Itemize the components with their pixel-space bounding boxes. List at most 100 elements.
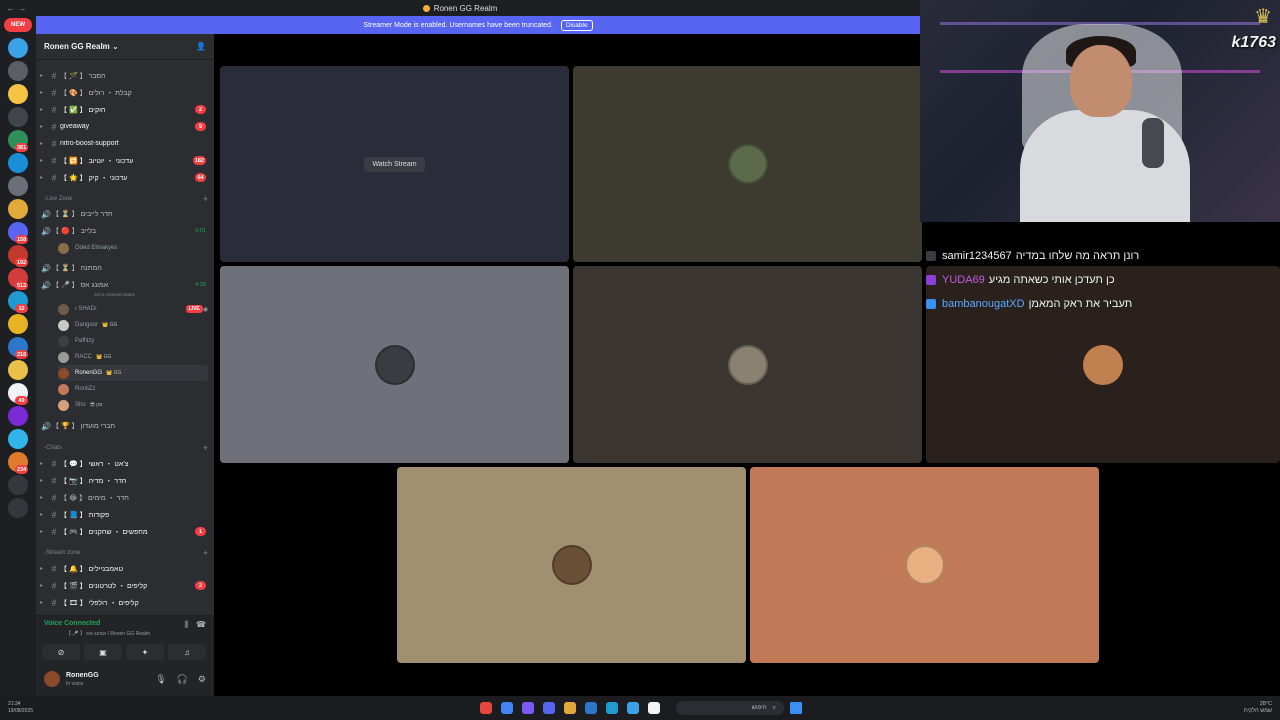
participant-tile[interactable] — [220, 266, 569, 463]
voice-member[interactable]: RonenGG 👑 GG — [58, 365, 208, 381]
text-channel[interactable]: ▸ # 【 🔁 】 עדכוני ・ יוטיוב 182 — [40, 153, 210, 168]
text-channel[interactable]: ▸ # giveaway 9 — [40, 119, 210, 134]
category-header[interactable]: ◦ Chats + — [44, 442, 208, 454]
server-icon[interactable] — [8, 61, 28, 81]
server-icon[interactable] — [8, 38, 28, 58]
noise-suppression-icon[interactable]: ⫼ — [184, 620, 188, 630]
plus-icon[interactable]: + — [203, 443, 208, 453]
taskbar-app-icon[interactable] — [564, 702, 576, 714]
text-channel[interactable]: ▸ # nitro-boost-support — [40, 136, 210, 151]
server-icon[interactable] — [8, 429, 28, 449]
taskbar-app-icon[interactable] — [522, 702, 534, 714]
participant-tile[interactable] — [573, 66, 922, 262]
text-channel[interactable]: ▸ # 【 🌟 】 עדכוני ・ קיק 64 — [40, 170, 210, 185]
voice-member[interactable]: ı SHADı LIVE ◉ — [58, 301, 208, 317]
set-channel-status-hint[interactable]: Set a channel status — [94, 292, 135, 297]
voice-member[interactable]: PafNzy — [58, 333, 208, 349]
headphones-icon[interactable]: 🎧 — [177, 674, 188, 685]
channel-label: 【 😂 】 חדר ・ מימים — [60, 494, 129, 502]
unread-badge: 158 — [15, 235, 29, 244]
text-channel[interactable]: ▸ # 【 🎨 】 קבלת ・ רולים — [40, 85, 210, 100]
server-icon[interactable] — [8, 84, 28, 104]
participant-tile[interactable] — [750, 467, 1099, 663]
category-header[interactable]: ◦ Live Zone + — [44, 193, 208, 205]
server-icon[interactable] — [8, 176, 28, 196]
unread-badge: 49 — [15, 396, 28, 405]
channel-label: 【 🪄 】 הסבר — [60, 72, 106, 80]
stream-tile[interactable]: Watch Stream — [220, 66, 569, 262]
text-channel[interactable]: ▸ # 【 💬 】 צ'אט ・ ראשי — [40, 456, 210, 471]
text-channel[interactable]: ▸ # 【 🎞 】 קליפים ・ רולפלי — [40, 595, 210, 610]
voice-channel[interactable]: 🔊 【 🔴 】 בלייב 0:01 — [40, 223, 210, 239]
hash-icon: # — [51, 138, 57, 149]
taskbar-time: 21:34 — [8, 701, 21, 707]
taskbar-app-icon[interactable] — [585, 702, 597, 714]
server-icon[interactable] — [8, 314, 28, 334]
disable-streamer-mode-button[interactable]: Disable — [560, 19, 593, 31]
taskbar-app-icon[interactable] — [648, 702, 660, 714]
category-header[interactable]: ◦ Stream zone + — [44, 547, 208, 559]
server-icon[interactable] — [8, 153, 28, 173]
soundboard-icon: ♫ — [184, 647, 190, 657]
weather-widget[interactable]: 28°C שמש חלקית — [1244, 701, 1272, 715]
text-channel[interactable]: ▸ # 【 🎬 】 קליפים ・ לטרטונים 2 — [40, 578, 210, 593]
voice-member[interactable]: RACC 👑 GG — [58, 349, 208, 365]
voice-channel-path[interactable]: 【 🎤 】 אמונג אס / Ronen GG Realm — [66, 630, 150, 637]
server-icon[interactable] — [8, 498, 28, 518]
text-channel[interactable]: ▸ # 【 🪄 】 הסבר — [40, 68, 210, 83]
voice-channel[interactable]: 🔊 【 🏆 】 חברי מועדון — [40, 418, 210, 434]
text-channel[interactable]: ▸ # 【 🎮 】 מחפשים ・ שחקנים 1 — [40, 524, 210, 539]
participant-tile[interactable] — [573, 266, 922, 463]
server-icon[interactable] — [8, 406, 28, 426]
voice-member[interactable]: RonliZz — [58, 381, 208, 397]
taskbar-app-icon[interactable] — [501, 702, 513, 714]
plus-icon[interactable]: + — [203, 548, 208, 558]
taskbar-search[interactable]: חיפוש ⌕ — [676, 701, 784, 715]
hash-icon: # — [51, 597, 57, 608]
channel-label: 【 🎨 】 קבלת ・ רולים — [60, 89, 132, 97]
disconnect-icon[interactable]: ☎ — [196, 620, 206, 630]
watch-stream-button[interactable]: Watch Stream — [364, 156, 425, 172]
channel-sidebar: Ronen GG Realm ⌄ 👤 ▸ # 【 🪄 】 הסבר ▸ # 【 🎨 】 ק… — [36, 34, 214, 696]
voice-channel[interactable]: 🔊 【 🎤 】 אמונג אס 4:28 — [40, 277, 210, 293]
voice-member[interactable]: Dangoor 👑 GG — [58, 317, 208, 333]
chevron-right-icon: ▸ — [40, 512, 44, 518]
voice-channel[interactable]: 🔊 【 ⏳ 】 חדר לייבים — [40, 206, 210, 222]
nav-arrows-icon[interactable]: ← → — [6, 3, 27, 13]
voice-member[interactable]: Oded Elmakyes — [58, 240, 208, 256]
taskbar-app-icon[interactable] — [627, 702, 639, 714]
taskbar-clock: 21:34 19/08/2025 — [8, 701, 33, 715]
windows-start-icon[interactable] — [790, 702, 802, 714]
voice-channel[interactable]: 🔊 【 ⏳ 】 המתנה — [40, 260, 210, 276]
gear-icon[interactable]: ⚙ — [198, 674, 206, 685]
stream-chat-overlay: samir1234567 רונן תראה מה שלחו במדיה YUDA6… — [926, 222, 1280, 310]
text-channel[interactable]: ▸ # 【 😂 】 חדר ・ מימים — [40, 490, 210, 505]
text-channel[interactable]: ▸ # 【 📘 】 פקודות — [40, 507, 210, 522]
taskbar-app-icon[interactable] — [543, 702, 555, 714]
server-icon[interactable] — [8, 199, 28, 219]
server-header[interactable]: Ronen GG Realm ⌄ 👤 — [36, 34, 214, 60]
camera-off-button[interactable]: ⊘ — [42, 644, 80, 660]
screen-share-button[interactable]: ▣ — [84, 644, 122, 660]
chat-username: bambanougatXD — [942, 298, 1025, 310]
server-icon[interactable] — [8, 475, 28, 495]
hash-icon: # — [51, 492, 57, 503]
participant-tile[interactable] — [397, 467, 746, 663]
text-channel[interactable]: ▸ # 【 🔔 】 טאמבניילים — [40, 561, 210, 576]
server-icon[interactable] — [8, 107, 28, 127]
voice-member[interactable]: Sho 😎 זמן — [58, 397, 208, 413]
soundboard-button[interactable]: ♫ — [168, 644, 206, 660]
taskbar-app-icon[interactable] — [480, 702, 492, 714]
add-member-icon[interactable]: 👤 — [196, 42, 206, 51]
text-channel[interactable]: ▸ # 【 ✅ 】 חוקים 2 — [40, 102, 210, 117]
streamer-shirt — [1020, 110, 1190, 222]
activities-button[interactable]: ✦ — [126, 644, 164, 660]
text-channel[interactable]: ▸ # 【 📷 】 חדר ・ מדיה — [40, 473, 210, 488]
avatar[interactable] — [44, 671, 60, 687]
taskbar-app-icon[interactable] — [606, 702, 618, 714]
server-icon[interactable] — [8, 360, 28, 380]
plus-icon[interactable]: + — [203, 194, 208, 204]
chat-message: samir1234567 רונן תראה מה שלחו במדיה — [926, 246, 1139, 266]
speaker-icon: 🔊 — [41, 421, 51, 431]
microphone-icon[interactable]: 🎙 — [155, 674, 166, 685]
